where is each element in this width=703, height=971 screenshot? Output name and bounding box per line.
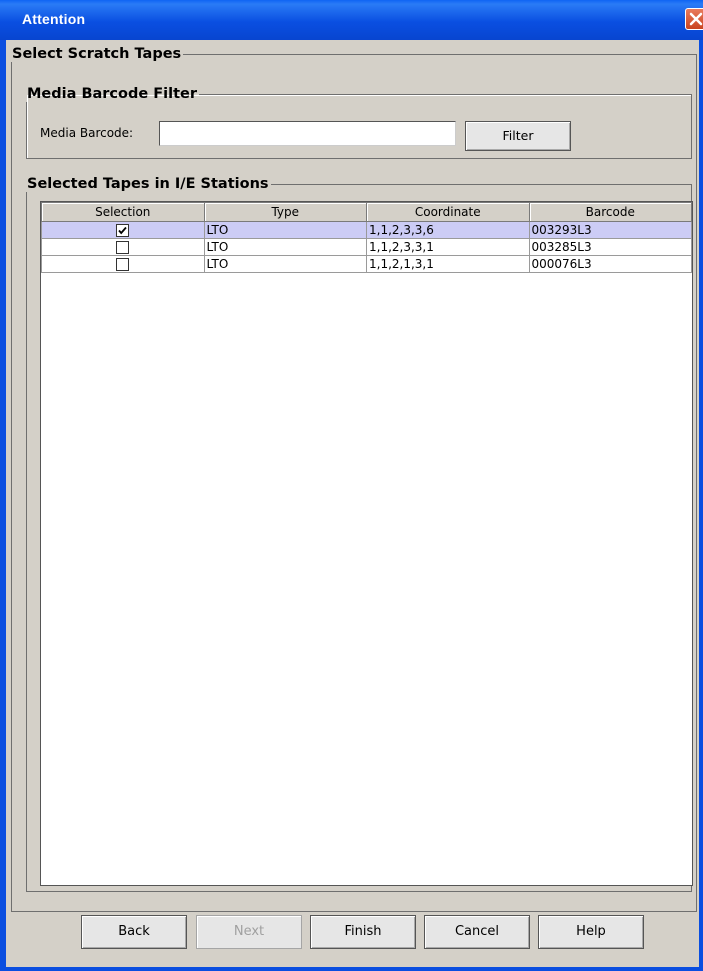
selection-cell (41, 255, 205, 273)
table-row[interactable]: LTO 1,1,2,3,3,1 003285L3 (41, 238, 692, 256)
close-button[interactable] (685, 8, 703, 30)
scratch-tapes-legend: Select Scratch Tapes (12, 46, 182, 62)
cancel-button[interactable]: Cancel (424, 915, 530, 949)
type-cell: LTO (203, 221, 367, 239)
selection-cell (41, 221, 205, 239)
barcode-cell: 003285L3 (528, 238, 692, 256)
close-icon (689, 12, 703, 26)
dialog-content: Select Scratch Tapes Media Barcode Filte… (6, 40, 699, 967)
barcode-cell: 000076L3 (528, 255, 692, 273)
title-bar[interactable]: Attention (0, 0, 703, 40)
barcode-cell: 003293L3 (528, 221, 692, 239)
selection-checkbox[interactable] (116, 258, 130, 271)
selection-checkbox[interactable] (116, 224, 130, 237)
table-header-row: Selection Type Coordinate Barcode (41, 202, 692, 222)
table-row[interactable]: LTO 1,1,2,3,3,6 003293L3 (41, 221, 692, 239)
selection-cell (41, 238, 205, 256)
coordinate-cell: 1,1,2,3,3,6 (366, 221, 530, 239)
finish-button[interactable]: Finish (310, 915, 416, 949)
barcode-filter-legend: Media Barcode Filter (27, 86, 198, 102)
selected-tapes-legend: Selected Tapes in I/E Stations (27, 176, 269, 192)
window-title: Attention (22, 11, 86, 27)
checkmark-icon (118, 226, 127, 235)
table-row[interactable]: LTO 1,1,2,1,3,1 000076L3 (41, 255, 692, 273)
type-cell: LTO (203, 255, 367, 273)
back-button[interactable]: Back (81, 915, 187, 949)
tapes-table-container[interactable]: Selection Type Coordinate Barcode LTO 1,… (40, 201, 693, 886)
coordinate-cell: 1,1,2,3,3,1 (366, 238, 530, 256)
next-button: Next (196, 915, 302, 949)
selection-checkbox[interactable] (116, 241, 130, 254)
column-header-barcode[interactable]: Barcode (528, 202, 692, 222)
filter-button[interactable]: Filter (465, 121, 571, 151)
coordinate-cell: 1,1,2,1,3,1 (366, 255, 530, 273)
column-header-type[interactable]: Type (203, 202, 367, 222)
type-cell: LTO (203, 238, 367, 256)
media-barcode-input[interactable] (159, 121, 456, 146)
dialog-window: Attention Select Scratch Tapes Media Bar… (0, 0, 703, 971)
column-header-coordinate[interactable]: Coordinate (366, 202, 530, 222)
column-header-selection[interactable]: Selection (41, 202, 205, 222)
help-button[interactable]: Help (538, 915, 644, 949)
tapes-table: Selection Type Coordinate Barcode LTO 1,… (41, 202, 692, 273)
media-barcode-label: Media Barcode: (40, 126, 134, 140)
